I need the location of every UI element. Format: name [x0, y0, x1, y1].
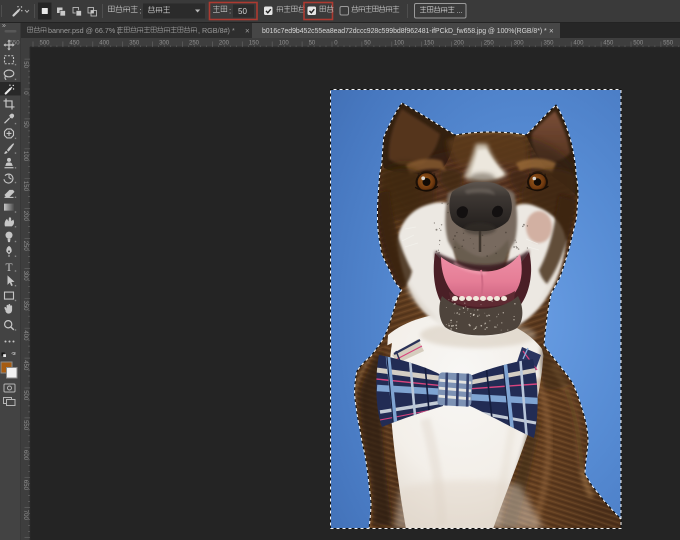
svg-text:400: 400 — [99, 41, 110, 47]
svg-text:200: 200 — [454, 41, 465, 47]
svg-text:250: 250 — [189, 41, 200, 47]
svg-text:100: 100 — [279, 41, 290, 47]
svg-text:50: 50 — [238, 7, 247, 16]
svg-text::: : — [140, 7, 142, 16]
svg-text:200: 200 — [219, 41, 230, 47]
svg-text:550: 550 — [22, 420, 28, 431]
svg-text:×: × — [245, 26, 250, 35]
svg-text:700: 700 — [22, 510, 28, 521]
svg-text:banner.psd @ 66.7% (: banner.psd @ 66.7% ( — [48, 26, 120, 35]
svg-text:50: 50 — [309, 41, 316, 47]
svg-text:500: 500 — [22, 390, 28, 401]
svg-text:150: 150 — [249, 41, 260, 47]
svg-text:50: 50 — [22, 61, 28, 68]
svg-text:50: 50 — [364, 41, 371, 47]
svg-text:×: × — [549, 26, 554, 35]
svg-text:150: 150 — [424, 41, 435, 47]
svg-text::: : — [229, 7, 231, 16]
svg-text:250: 250 — [484, 41, 495, 47]
svg-text:250: 250 — [22, 241, 28, 252]
svg-text:, RGB/8#) *: , RGB/8#) * — [198, 26, 235, 35]
svg-text:100: 100 — [394, 41, 405, 47]
svg-text:...: ... — [457, 6, 463, 15]
svg-text:T: T — [5, 262, 12, 274]
svg-text:300: 300 — [22, 271, 28, 282]
svg-text:350: 350 — [22, 301, 28, 312]
svg-text:350: 350 — [129, 41, 140, 47]
svg-text:300: 300 — [159, 41, 170, 47]
svg-text:150: 150 — [22, 181, 28, 192]
svg-text:450: 450 — [22, 360, 28, 371]
svg-text:100: 100 — [22, 151, 28, 162]
svg-text:500: 500 — [633, 41, 644, 47]
svg-text:400: 400 — [573, 41, 584, 47]
svg-text:650: 650 — [22, 480, 28, 491]
svg-text:200: 200 — [22, 211, 28, 222]
svg-text:400: 400 — [22, 330, 28, 341]
svg-text:450: 450 — [69, 41, 80, 47]
svg-text:50: 50 — [22, 121, 28, 128]
svg-text:550: 550 — [10, 41, 21, 47]
svg-text:350: 350 — [544, 41, 555, 47]
svg-text:300: 300 — [514, 41, 525, 47]
svg-text:500: 500 — [40, 41, 51, 47]
svg-text:550: 550 — [663, 41, 674, 47]
svg-text:b016c7ed9b452c55ea8ead72dccc92: b016c7ed9b452c55ea8ead72dccc928c599bd8f9… — [262, 28, 547, 35]
svg-text:450: 450 — [603, 41, 614, 47]
svg-text:»: » — [2, 23, 6, 30]
svg-text:600: 600 — [22, 450, 28, 461]
